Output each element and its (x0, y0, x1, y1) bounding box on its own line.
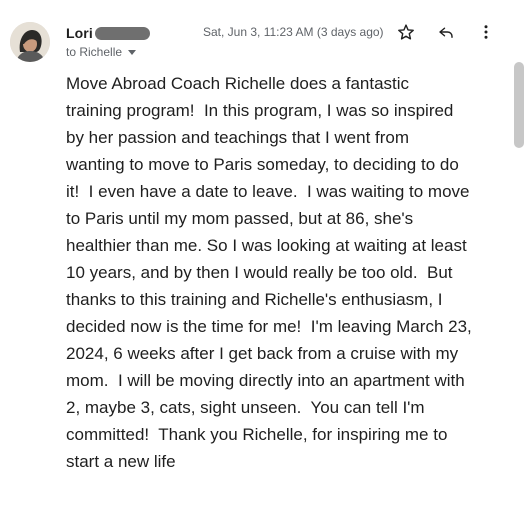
message-line: start a new life (66, 452, 176, 471)
recipient-line: to Richelle (66, 44, 137, 60)
message-line: it! I even have a date to leave. I was w… (66, 182, 470, 201)
recipient-text: to Richelle (66, 45, 123, 59)
message-line: committed! Thank you Richelle, for inspi… (66, 425, 448, 444)
star-icon (398, 24, 414, 40)
email-header: Lori to Richelle Sat, Jun 3, 11:23 AM (3… (0, 0, 526, 70)
message-line: mom. I will be moving directly into an a… (66, 371, 465, 390)
message-line: thanks to this training and Richelle's e… (66, 290, 443, 309)
message-line: training program! In this program, I was… (66, 101, 454, 120)
chevron-down-icon[interactable] (128, 49, 137, 55)
scrollbar[interactable] (512, 0, 526, 515)
redacted-surname (94, 26, 150, 40)
scrollbar-thumb[interactable] (514, 62, 524, 148)
message-line: to Paris until my mom passed, but at 86,… (66, 209, 414, 228)
message-timestamp: Sat, Jun 3, 11:23 AM (3 days ago) (203, 25, 384, 39)
message-line: decided now is the time for me! I'm leav… (66, 317, 472, 336)
star-button[interactable] (394, 20, 418, 44)
message-line: healthier than me. So I was looking at w… (66, 236, 467, 255)
more-options-button[interactable] (474, 20, 498, 44)
message-body: Move Abroad Coach Richelle does a fantas… (66, 70, 506, 475)
reply-button[interactable] (434, 20, 458, 44)
message-line: Move Abroad Coach Richelle does a fantas… (66, 74, 410, 93)
reply-icon (439, 27, 453, 38)
message-line: 2024, 6 weeks after I get back from a cr… (66, 344, 459, 363)
avatar[interactable] (10, 22, 50, 62)
avatar-photo (10, 22, 50, 62)
sender-line: Lori (66, 24, 150, 42)
sender-name[interactable]: Lori (66, 25, 93, 41)
message-line: wanting to move to Paris someday, to dec… (66, 155, 459, 174)
message-line: 10 years, and by then I would really be … (66, 263, 453, 282)
message-line: by her passion and teachings that I went… (66, 128, 410, 147)
more-vertical-icon (484, 25, 488, 39)
message-line: 2, maybe 3, cats, sight unseen. You can … (66, 398, 425, 417)
